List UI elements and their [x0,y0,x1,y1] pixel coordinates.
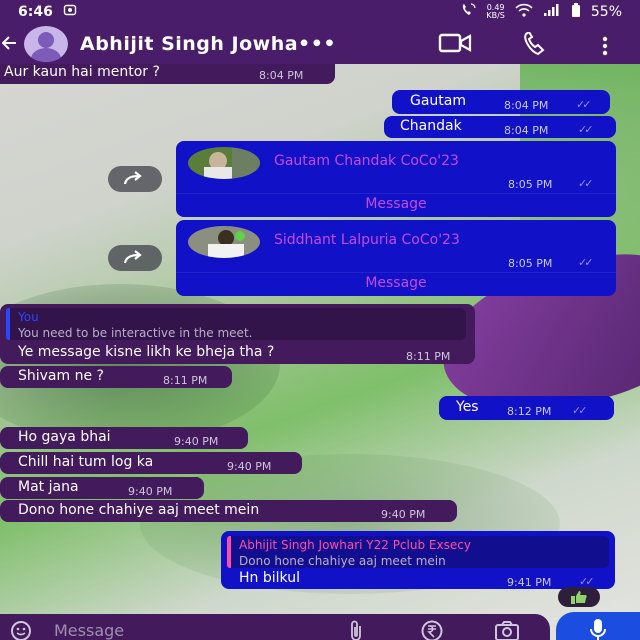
message-time: 8:04 PM [504,124,549,137]
phone-call-icon[interactable] [520,30,550,60]
attach-icon[interactable] [348,620,364,640]
thumbs-up-icon [571,591,587,604]
wifi-call-icon [460,3,476,21]
quoted-text: Dono hone chahiye aaj meet mein [239,554,446,568]
contact-avatar[interactable] [24,26,68,62]
status-bar: 6:46 0.49 KB/S 55% [0,0,640,24]
message-incoming[interactable]: Chill hai tum log ka 9:40 PM [0,452,302,474]
message-text: Chill hai tum log ka [18,454,154,470]
quoted-sender: Abhijit Singh Jowhari Y22 Pclub Exsecy [239,538,471,552]
read-ticks-icon: ✓✓ [576,98,592,111]
message-text: Ye message kisne likh ke bheja tha ? [18,344,275,360]
quoted-text: You need to be interactive in the meet. [18,326,253,340]
message-time: 8:11 PM [406,350,451,363]
message-time: 9:40 PM [128,485,173,498]
message-incoming[interactable]: Aur kaun hai mentor ? 8:04 PM [0,64,335,84]
forward-button[interactable] [108,245,162,271]
forward-arrow-icon [123,171,142,185]
notification-icon [63,3,77,21]
message-outgoing[interactable]: Abhijit Singh Jowhari Y22 Pclub Exsecy D… [221,531,615,589]
message-text: Hn bilkul [239,570,300,586]
message-time: 8:05 PM [508,257,553,270]
message-incoming[interactable]: Dono hone chahiye aaj meet mein 9:40 PM [0,500,457,522]
message-time: 8:04 PM [259,69,304,82]
shared-contact-card[interactable]: Gautam Chandak CoCo'23 8:05 PM ✓✓ Messag… [176,141,616,217]
forward-button[interactable] [108,166,162,192]
message-text: Gautam [410,93,467,109]
back-arrow-icon[interactable] [1,32,18,56]
contact-message-button[interactable]: Message [176,196,616,212]
read-ticks-icon: ✓✓ [578,256,594,269]
contact-card-name: Gautam Chandak CoCo'23 [274,153,459,169]
read-ticks-icon: ✓✓ [572,404,588,417]
quoted-sender: You [18,310,39,324]
reaction-badge[interactable] [558,587,600,607]
signal-icon [543,3,561,21]
read-ticks-icon: ✓✓ [578,177,594,190]
status-time: 6:46 [18,4,53,20]
contact-message-button[interactable]: Message [176,275,616,291]
video-call-icon[interactable] [438,32,472,58]
message-outgoing[interactable]: Yes 8:12 PM ✓✓ [439,396,614,420]
message-text: Mat jana [18,479,79,495]
quoted-message[interactable]: You You need to be interactive in the me… [6,308,466,340]
rupee-payment-icon[interactable] [420,620,444,640]
message-incoming[interactable]: Ho gaya bhai 9:40 PM [0,427,248,449]
battery-level: 55% [590,4,622,20]
contact-card-name: Siddhant Lalpuria CoCo'23 [274,232,460,248]
more-options-icon[interactable] [600,36,610,60]
forward-arrow-icon [123,250,142,264]
message-incoming[interactable]: You You need to be interactive in the me… [0,304,475,364]
message-time: 9:40 PM [227,460,272,473]
message-input[interactable]: Message [54,621,124,640]
message-text: Aur kaun hai mentor ? [4,64,160,80]
message-time: 8:04 PM [504,99,549,112]
message-composer: Message [0,614,550,640]
quoted-message[interactable]: Abhijit Singh Jowhari Y22 Pclub Exsecy D… [227,536,609,568]
microphone-icon [590,619,606,640]
message-outgoing[interactable]: Chandak 8:04 PM ✓✓ [384,116,616,138]
message-text: Ho gaya bhai [18,429,111,445]
read-ticks-icon: ✓✓ [578,123,594,136]
camera-icon[interactable] [494,620,520,640]
contact-photo [188,147,260,179]
message-time: 8:12 PM [507,405,552,418]
message-time: 9:41 PM [507,576,552,589]
message-time: 8:05 PM [508,178,553,191]
message-incoming[interactable]: Mat jana 9:40 PM [0,477,204,499]
voice-record-button[interactable] [556,612,640,640]
chat-header: Abhijit Singh Jowha••• [0,24,640,64]
message-time: 8:11 PM [163,374,208,387]
message-text: Chandak [400,118,462,134]
message-text: Shivam ne ? [18,368,104,384]
contact-photo [188,226,260,258]
message-text: Yes [456,399,479,415]
message-text: Dono hone chahiye aaj meet mein [18,502,260,518]
wifi-icon [515,3,533,21]
net-speed: 0.49 KB/S [486,4,505,20]
battery-icon [571,3,581,21]
shared-contact-card[interactable]: Siddhant Lalpuria CoCo'23 8:05 PM ✓✓ Mes… [176,220,616,296]
emoji-icon[interactable] [10,620,32,640]
message-time: 9:40 PM [381,508,426,521]
contact-name[interactable]: Abhijit Singh Jowha••• [80,33,400,55]
message-time: 9:40 PM [174,435,219,448]
message-incoming[interactable]: Shivam ne ? 8:11 PM [0,366,232,388]
message-outgoing[interactable]: Gautam 8:04 PM ✓✓ [392,90,610,114]
net-speed-unit: KB/S [486,11,505,20]
